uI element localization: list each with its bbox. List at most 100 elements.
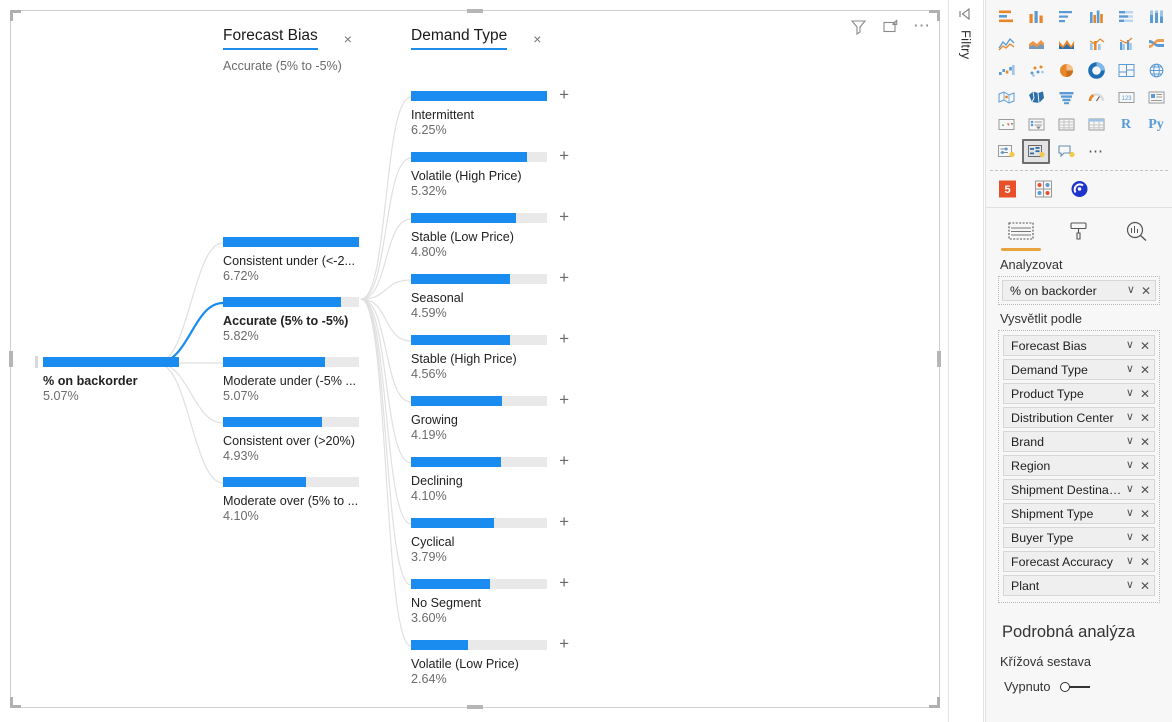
tab-fields[interactable] xyxy=(1000,220,1042,251)
tree-node[interactable]: + Stable (High Price) 4.56% xyxy=(411,330,569,381)
tree-node[interactable]: Accurate (5% to -5%) 5.82% xyxy=(223,297,361,343)
get-more-visuals-icon[interactable] xyxy=(1030,176,1058,201)
tree-node[interactable]: + Declining 4.10% xyxy=(411,452,569,503)
expand-node-icon[interactable]: + xyxy=(559,147,569,164)
more-visuals-icon[interactable]: ⋯ xyxy=(1082,139,1110,164)
chevron-down-icon[interactable]: ∨ xyxy=(1126,556,1134,567)
waterfall-chart-icon[interactable] xyxy=(992,58,1020,83)
area-chart-icon[interactable] xyxy=(1022,31,1050,56)
remove-field-icon[interactable]: ✕ xyxy=(1140,532,1150,544)
chevron-down-icon[interactable]: ∨ xyxy=(1126,508,1134,519)
matrix-icon[interactable] xyxy=(1082,112,1110,137)
line-stacked-column-chart-icon[interactable] xyxy=(1082,31,1110,56)
tree-node[interactable]: + Growing 4.19% xyxy=(411,391,569,442)
chevron-down-icon[interactable]: ∨ xyxy=(1126,364,1134,375)
tree-node[interactable]: + Cyclical 3.79% xyxy=(411,513,569,564)
100-stacked-bar-chart-icon[interactable] xyxy=(1112,4,1140,29)
remove-field-icon[interactable]: ✕ xyxy=(1140,436,1150,448)
power-bi-visual-icon[interactable] xyxy=(1066,176,1094,201)
stacked-area-chart-icon[interactable] xyxy=(1052,31,1080,56)
expand-node-icon[interactable]: + xyxy=(559,452,569,469)
expand-node-icon[interactable]: + xyxy=(559,269,569,286)
tree-node[interactable]: + Stable (Low Price) 4.80% xyxy=(411,208,569,259)
treemap-icon[interactable] xyxy=(1112,58,1140,83)
expand-node-icon[interactable]: + xyxy=(559,574,569,591)
remove-field-icon[interactable]: ✕ xyxy=(1141,285,1151,297)
expand-node-icon[interactable]: + xyxy=(559,513,569,530)
tree-node[interactable]: + Seasonal 4.59% xyxy=(411,269,569,320)
tree-node[interactable]: Moderate over (5% to ... 4.10% xyxy=(223,477,361,523)
field-chip-analyze[interactable]: % on backorder ∨ ✕ xyxy=(1002,280,1156,301)
chevron-down-icon[interactable]: ∨ xyxy=(1126,580,1134,591)
chevron-down-icon[interactable]: ∨ xyxy=(1126,460,1134,471)
field-chip[interactable]: Product Type ∨ ✕ xyxy=(1003,383,1155,404)
expand-filters-icon[interactable] xyxy=(958,6,974,27)
line-chart-icon[interactable] xyxy=(992,31,1020,56)
field-chip[interactable]: Forecast Accuracy ∨ ✕ xyxy=(1003,551,1155,572)
card-icon[interactable]: 123 xyxy=(1112,85,1140,110)
line-clustered-column-chart-icon[interactable] xyxy=(1112,31,1140,56)
clustered-bar-chart-icon[interactable] xyxy=(1052,4,1080,29)
chevron-down-icon[interactable]: ∨ xyxy=(1126,532,1134,543)
pie-chart-icon[interactable] xyxy=(1052,58,1080,83)
level-title[interactable]: Demand Type xyxy=(411,27,508,50)
level-title[interactable]: Forecast Bias xyxy=(223,27,318,50)
field-chip[interactable]: Region ∨ ✕ xyxy=(1003,455,1155,476)
expand-node-icon[interactable]: + xyxy=(559,635,569,652)
qna-visual-icon[interactable] xyxy=(1052,139,1080,164)
shape-map-icon[interactable] xyxy=(1022,85,1050,110)
tree-node[interactable]: Consistent over (>20%) 4.93% xyxy=(223,417,361,463)
field-chip[interactable]: Shipment Destination ∨ ✕ xyxy=(1003,479,1155,500)
remove-field-icon[interactable]: ✕ xyxy=(1140,412,1150,424)
cross-report-toggle[interactable] xyxy=(1058,681,1092,693)
stacked-column-chart-icon[interactable] xyxy=(1022,4,1050,29)
clustered-column-chart-icon[interactable] xyxy=(1082,4,1110,29)
tree-node[interactable]: + No Segment 3.60% xyxy=(411,574,569,625)
tab-format[interactable] xyxy=(1058,220,1100,251)
level-close-icon[interactable]: × xyxy=(533,32,541,46)
field-chip[interactable]: Forecast Bias ∨ ✕ xyxy=(1003,335,1155,356)
python-visual-icon[interactable]: Py xyxy=(1142,112,1170,137)
expand-node-icon[interactable]: + xyxy=(559,86,569,103)
expand-node-icon[interactable]: + xyxy=(559,330,569,347)
tree-root-node[interactable]: % on backorder 5.07% xyxy=(35,356,181,403)
tree-node[interactable]: Moderate under (-5% ... 5.07% xyxy=(223,357,361,403)
remove-field-icon[interactable]: ✕ xyxy=(1140,460,1150,472)
filters-pane-collapsed[interactable]: Filtry xyxy=(948,0,984,722)
tree-node[interactable]: + Intermittent 6.25% xyxy=(411,86,569,137)
table-icon[interactable] xyxy=(1052,112,1080,137)
remove-field-icon[interactable]: ✕ xyxy=(1140,388,1150,400)
tree-node[interactable]: Consistent under (<-2... 6.72% xyxy=(223,237,361,283)
tab-analytics[interactable] xyxy=(1116,220,1158,251)
map-icon[interactable] xyxy=(1142,58,1170,83)
field-chip[interactable]: Distribution Center ∨ ✕ xyxy=(1003,407,1155,428)
ribbon-chart-icon[interactable] xyxy=(1142,31,1170,56)
stacked-bar-chart-icon[interactable] xyxy=(992,4,1020,29)
slicer-icon[interactable] xyxy=(1022,112,1050,137)
multi-row-card-icon[interactable] xyxy=(1142,85,1170,110)
cross-report-toggle-row[interactable]: Vypnuto xyxy=(986,673,1172,694)
field-chip[interactable]: Shipment Type ∨ ✕ xyxy=(1003,503,1155,524)
field-chip[interactable]: Plant ∨ ✕ xyxy=(1003,575,1155,596)
field-chip[interactable]: Demand Type ∨ ✕ xyxy=(1003,359,1155,380)
html-content-icon[interactable]: 5 xyxy=(994,176,1022,201)
remove-field-icon[interactable]: ✕ xyxy=(1140,508,1150,520)
remove-field-icon[interactable]: ✕ xyxy=(1140,556,1150,568)
scatter-chart-icon[interactable] xyxy=(1022,58,1050,83)
field-chip[interactable]: Buyer Type ∨ ✕ xyxy=(1003,527,1155,548)
expand-node-icon[interactable]: + xyxy=(559,208,569,225)
tree-node[interactable]: + Volatile (Low Price) 2.64% xyxy=(411,635,569,686)
decomposition-tree-icon[interactable] xyxy=(1022,139,1050,164)
filled-map-icon[interactable] xyxy=(992,85,1020,110)
funnel-chart-icon[interactable] xyxy=(1052,85,1080,110)
analyze-field-well[interactable]: % on backorder ∨ ✕ xyxy=(998,276,1160,305)
chevron-down-icon[interactable]: ∨ xyxy=(1127,285,1135,296)
tree-node[interactable]: + Volatile (High Price) 5.32% xyxy=(411,147,569,198)
chevron-down-icon[interactable]: ∨ xyxy=(1126,388,1134,399)
explain-by-field-well[interactable]: Forecast Bias ∨ ✕ Demand Type ∨ ✕ Product Type… xyxy=(998,330,1160,603)
100-stacked-column-chart-icon[interactable] xyxy=(1142,4,1170,29)
chevron-down-icon[interactable]: ∨ xyxy=(1126,484,1134,495)
donut-chart-icon[interactable] xyxy=(1082,58,1110,83)
remove-field-icon[interactable]: ✕ xyxy=(1140,364,1150,376)
decomposition-tree-visual[interactable]: ⋯ Forecast Bias × Accurate (5% to -5%) D… xyxy=(9,9,941,709)
